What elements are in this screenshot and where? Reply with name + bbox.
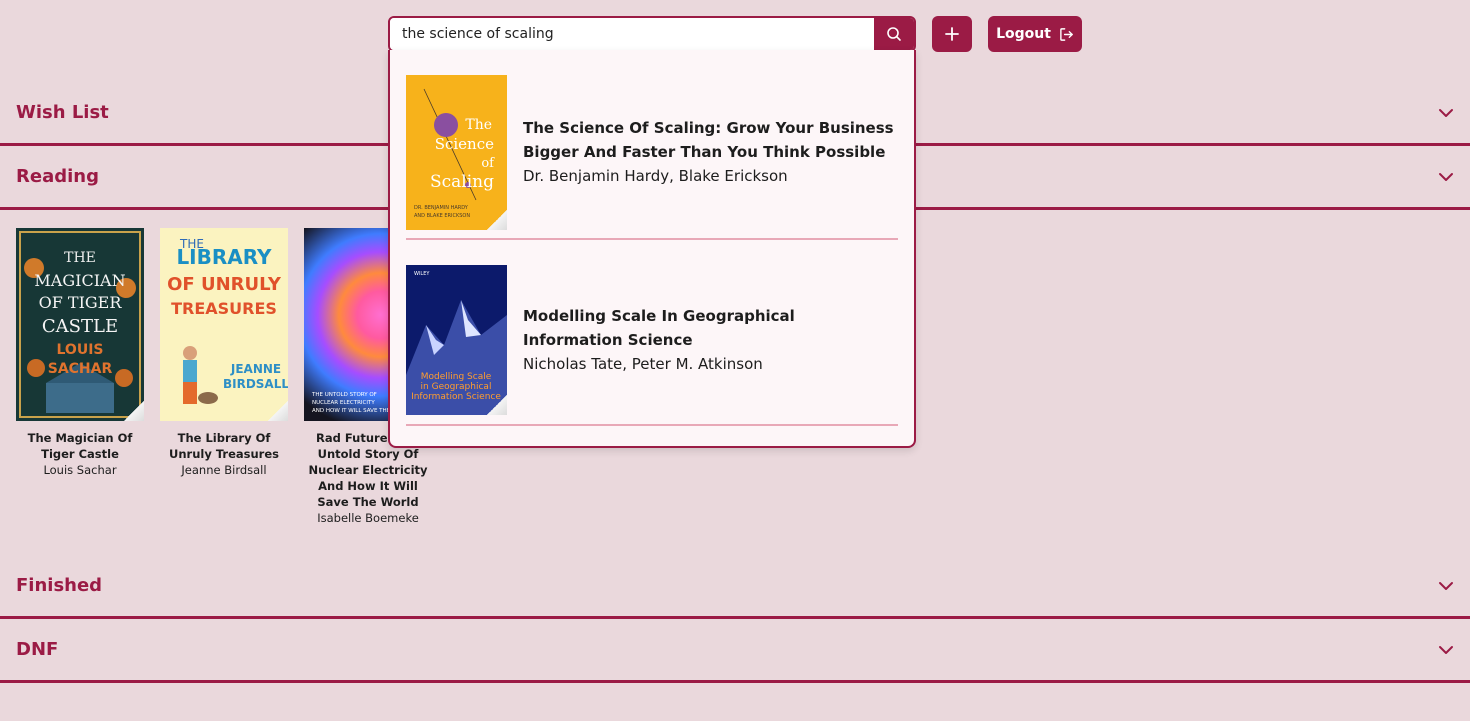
book-author: Jeanne Birdsall bbox=[181, 463, 267, 477]
page-curl bbox=[268, 401, 288, 421]
svg-text:BIRDSALL: BIRDSALL bbox=[223, 377, 288, 391]
chevron-down-icon[interactable] bbox=[1438, 169, 1454, 185]
book-cover: THE LIBRARY OF UNRULY TREASURES JEANNE B… bbox=[160, 228, 288, 421]
book-title: The Library Of Unruly Treasures bbox=[169, 431, 279, 461]
page-curl bbox=[487, 209, 507, 230]
svg-text:WILEY: WILEY bbox=[414, 271, 430, 277]
svg-text:THE UNTOLD STORY OF: THE UNTOLD STORY OF bbox=[311, 392, 377, 398]
result-cover: WILEY Modelling Scale in Geographical In… bbox=[406, 265, 507, 415]
chevron-down-icon[interactable] bbox=[1438, 642, 1454, 658]
svg-text:SACHAR: SACHAR bbox=[48, 361, 113, 377]
book-card[interactable]: THE LIBRARY OF UNRULY TREASURES JEANNE B… bbox=[160, 228, 288, 526]
svg-text:OF UNRULY: OF UNRULY bbox=[167, 274, 282, 295]
logout-icon bbox=[1060, 27, 1073, 41]
result-author: Dr. Benjamin Hardy, Blake Erickson bbox=[523, 167, 788, 185]
search-result-item[interactable]: The Science of Scaling DR. BENJAMIN HARD… bbox=[406, 50, 898, 240]
section-title: Reading bbox=[16, 166, 99, 187]
top-bar: Logout bbox=[388, 16, 1082, 52]
search-bar bbox=[388, 16, 916, 52]
book-author: Isabelle Boemeke bbox=[317, 511, 419, 525]
result-details: Modelling Scale In Geographical Informat… bbox=[523, 304, 898, 376]
svg-text:in Geographical: in Geographical bbox=[421, 382, 492, 392]
logout-label: Logout bbox=[996, 26, 1051, 42]
add-book-button[interactable] bbox=[932, 16, 972, 52]
svg-text:LIBRARY: LIBRARY bbox=[176, 245, 272, 269]
result-title: Modelling Scale In Geographical Informat… bbox=[523, 307, 795, 349]
page-curl bbox=[487, 395, 507, 415]
svg-text:TREASURES: TREASURES bbox=[171, 299, 277, 318]
chevron-down-icon[interactable] bbox=[1438, 578, 1454, 594]
section-title: DNF bbox=[16, 639, 59, 660]
search-result-item[interactable]: WILEY Modelling Scale in Geographical In… bbox=[406, 240, 898, 426]
search-input[interactable] bbox=[390, 18, 874, 50]
logout-button[interactable]: Logout bbox=[988, 16, 1082, 52]
reading-book-list: THE MAGICIAN OF TIGER CASTLE LOUIS SACHA… bbox=[16, 228, 432, 526]
svg-text:NUCLEAR ELECTRICITY: NUCLEAR ELECTRICITY bbox=[312, 400, 375, 406]
result-details: The Science Of Scaling: Grow Your Busine… bbox=[523, 116, 898, 188]
search-results-dropdown: The Science of Scaling DR. BENJAMIN HARD… bbox=[388, 50, 916, 448]
result-cover: The Science of Scaling DR. BENJAMIN HARD… bbox=[406, 74, 507, 230]
svg-text:CASTLE: CASTLE bbox=[42, 316, 118, 337]
svg-text:The: The bbox=[465, 117, 492, 133]
svg-text:JEANNE: JEANNE bbox=[230, 362, 281, 376]
section-finished[interactable]: Finished bbox=[0, 555, 1470, 619]
svg-text:THE: THE bbox=[64, 250, 96, 266]
plus-icon bbox=[945, 27, 959, 41]
svg-text:Science: Science bbox=[435, 135, 494, 153]
section-title: Wish List bbox=[16, 102, 109, 123]
svg-text:of: of bbox=[481, 156, 495, 171]
search-icon bbox=[887, 27, 901, 41]
svg-text:OF TIGER: OF TIGER bbox=[39, 293, 123, 312]
svg-text:AND BLAKE ERICKSON: AND BLAKE ERICKSON bbox=[414, 213, 470, 219]
search-button[interactable] bbox=[874, 18, 914, 50]
section-title: Finished bbox=[16, 575, 103, 596]
svg-text:Scaling: Scaling bbox=[430, 172, 494, 192]
section-dnf[interactable]: DNF bbox=[0, 619, 1470, 683]
book-title: The Magician Of Tiger Castle bbox=[27, 431, 133, 461]
svg-text:DR. BENJAMIN HARDY: DR. BENJAMIN HARDY bbox=[414, 205, 469, 211]
result-title: The Science Of Scaling: Grow Your Busine… bbox=[523, 119, 894, 161]
svg-text:LOUIS: LOUIS bbox=[57, 342, 104, 358]
chevron-down-icon[interactable] bbox=[1438, 105, 1454, 121]
page-curl bbox=[124, 401, 144, 421]
svg-text:MAGICIAN: MAGICIAN bbox=[34, 271, 125, 290]
result-author: Nicholas Tate, Peter M. Atkinson bbox=[523, 355, 763, 373]
book-cover: THE MAGICIAN OF TIGER CASTLE LOUIS SACHA… bbox=[16, 228, 144, 421]
book-card[interactable]: THE MAGICIAN OF TIGER CASTLE LOUIS SACHA… bbox=[16, 228, 144, 526]
svg-text:Modelling Scale: Modelling Scale bbox=[421, 372, 492, 382]
book-author: Louis Sachar bbox=[43, 463, 117, 477]
